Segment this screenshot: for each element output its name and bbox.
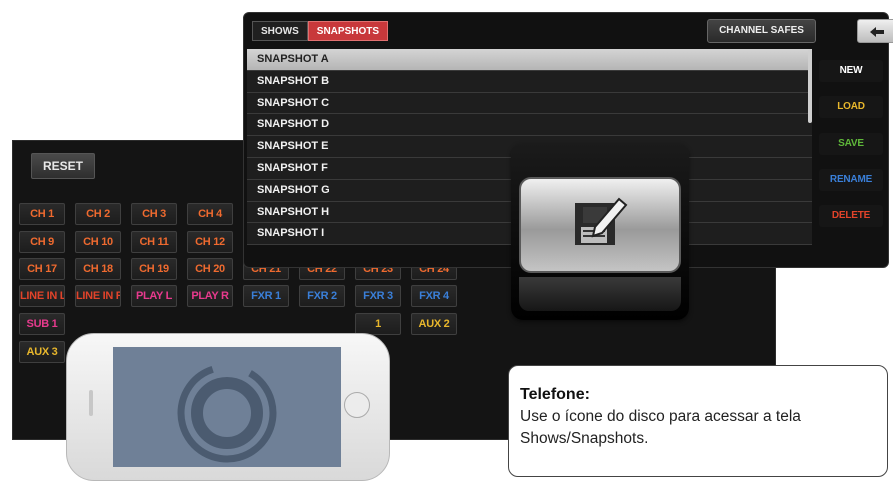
phone-screen <box>113 347 341 467</box>
back-button[interactable] <box>857 19 893 43</box>
reset-button[interactable]: RESET <box>31 153 95 179</box>
channel-button[interactable]: CH 9 <box>19 231 65 253</box>
app-logo-icon <box>177 363 277 463</box>
rename-button[interactable]: RENAME <box>819 169 883 191</box>
save-button[interactable]: SAVE <box>819 133 883 155</box>
channel-button[interactable]: PLAY L <box>131 285 177 307</box>
channel-button[interactable]: FXR 1 <box>243 285 289 307</box>
phone-home-button <box>344 392 370 418</box>
tab-shows[interactable]: SHOWS <box>252 21 308 41</box>
tab-snapshots[interactable]: SNAPSHOTS <box>307 21 389 41</box>
channel-safes-button[interactable]: CHANNEL SAFES <box>707 19 816 43</box>
callout-box: Telefone: Use o ícone do disco para aces… <box>508 365 888 477</box>
channel-button[interactable]: FXR 4 <box>411 285 457 307</box>
phone-illustration <box>66 333 390 481</box>
callout-title: Telefone: <box>520 386 590 403</box>
channel-button[interactable]: 1 <box>355 313 401 335</box>
icon-reflection <box>519 277 681 311</box>
delete-button[interactable]: DELETE <box>819 205 883 227</box>
tab-bar: SHOWS SNAPSHOTS <box>252 21 389 41</box>
channel-button[interactable]: FXR 3 <box>355 285 401 307</box>
phone-speaker <box>89 390 93 416</box>
channel-button[interactable]: SUB 1 <box>19 313 65 335</box>
snapshot-disk-edit-icon <box>511 143 689 320</box>
channel-button[interactable]: CH 4 <box>187 203 233 225</box>
channel-button[interactable]: CH 1 <box>19 203 65 225</box>
snapshot-list-item[interactable]: SNAPSHOT C <box>247 92 812 115</box>
new-button[interactable]: NEW <box>819 60 883 82</box>
channel-button[interactable]: AUX 3 <box>19 341 65 363</box>
snapshot-list-item[interactable]: SNAPSHOT B <box>247 70 812 93</box>
channel-button[interactable]: CH 3 <box>131 203 177 225</box>
back-arrow-icon <box>870 27 884 38</box>
channel-button[interactable]: CH 19 <box>131 258 177 280</box>
channel-button[interactable]: CH 11 <box>131 231 177 253</box>
channel-button[interactable]: CH 17 <box>19 258 65 280</box>
channel-button[interactable]: AUX 2 <box>411 313 457 335</box>
channel-button[interactable]: CH 2 <box>75 203 121 225</box>
icon-plate <box>519 177 681 273</box>
channel-button[interactable]: CH 18 <box>75 258 121 280</box>
load-button[interactable]: LOAD <box>819 96 883 118</box>
channel-button[interactable]: PLAY R <box>187 285 233 307</box>
channel-button[interactable]: CH 20 <box>187 258 233 280</box>
channel-button[interactable]: CH 12 <box>187 231 233 253</box>
channel-button[interactable]: FXR 2 <box>299 285 345 307</box>
snapshot-list-item[interactable]: SNAPSHOT A <box>247 49 812 71</box>
channel-button[interactable]: LINE IN R <box>75 285 121 307</box>
channel-button[interactable]: LINE IN L <box>19 285 65 307</box>
callout-text: Use o ícone do disco para acessar a tela… <box>520 408 801 447</box>
snapshot-list-item[interactable]: SNAPSHOT D <box>247 114 812 137</box>
channel-button[interactable]: CH 10 <box>75 231 121 253</box>
disk-edit-glyph <box>575 197 628 245</box>
scrollbar[interactable] <box>808 49 812 123</box>
